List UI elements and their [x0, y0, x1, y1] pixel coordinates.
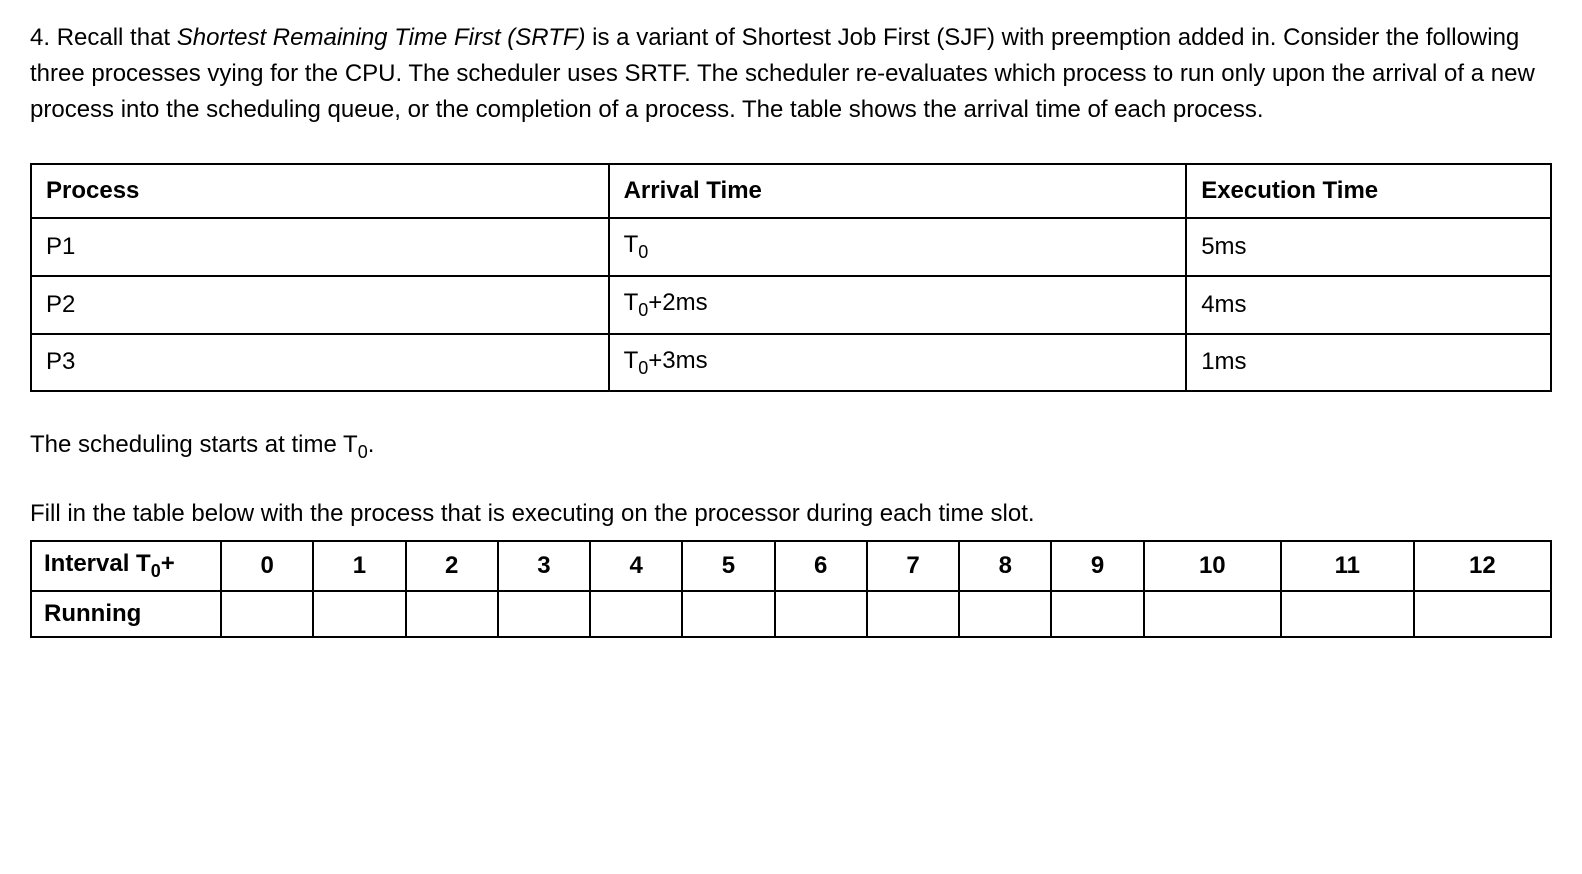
- interval-cell: 0: [221, 541, 313, 591]
- schedule-table: Interval T0+ 0 1 2 3 4 5 6 7 8 9 10 11 1…: [30, 540, 1552, 638]
- running-cell: [590, 591, 682, 637]
- interval-cell: 11: [1281, 541, 1414, 591]
- fill-in-instruction: Fill in the table below with the process…: [30, 496, 1552, 532]
- cell-exec: 1ms: [1186, 334, 1551, 392]
- interval-cell: 3: [498, 541, 590, 591]
- table-row: P3 T0+3ms 1ms: [31, 334, 1551, 392]
- running-cell: [682, 591, 774, 637]
- interval-cell: 10: [1144, 541, 1281, 591]
- cell-exec: 5ms: [1186, 218, 1551, 276]
- question-number: 4.: [30, 24, 57, 51]
- question-paragraph: 4. Recall that Shortest Remaining Time F…: [30, 20, 1552, 128]
- question-italic-term: Shortest Remaining Time First (SRTF): [177, 24, 586, 51]
- running-cell: [1414, 591, 1551, 637]
- cell-arrival: T0: [609, 218, 1187, 276]
- process-table: Process Arrival Time Execution Time P1 T…: [30, 163, 1552, 392]
- question-text-pre-italic: Recall that: [57, 24, 177, 51]
- running-cell: [313, 591, 405, 637]
- interval-row-label: Interval T0+: [31, 541, 221, 591]
- running-cell: [959, 591, 1051, 637]
- interval-cell: 8: [959, 541, 1051, 591]
- running-cell: [775, 591, 867, 637]
- interval-cell: 12: [1414, 541, 1551, 591]
- running-row: Running: [31, 591, 1551, 637]
- running-cell: [498, 591, 590, 637]
- table-row: P2 T0+2ms 4ms: [31, 276, 1551, 334]
- running-cell: [1281, 591, 1414, 637]
- cell-arrival: T0+3ms: [609, 334, 1187, 392]
- interval-cell: 9: [1051, 541, 1143, 591]
- running-cell: [867, 591, 959, 637]
- header-process: Process: [31, 164, 609, 218]
- interval-cell: 5: [682, 541, 774, 591]
- running-cell: [221, 591, 313, 637]
- interval-row: Interval T0+ 0 1 2 3 4 5 6 7 8 9 10 11 1…: [31, 541, 1551, 591]
- running-row-label: Running: [31, 591, 221, 637]
- cell-process: P3: [31, 334, 609, 392]
- cell-process: P2: [31, 276, 609, 334]
- cell-process: P1: [31, 218, 609, 276]
- running-cell: [406, 591, 498, 637]
- scheduling-starts-text: The scheduling starts at time T0.: [30, 427, 1552, 466]
- interval-cell: 1: [313, 541, 405, 591]
- header-execution-time: Execution Time: [1186, 164, 1551, 218]
- interval-cell: 2: [406, 541, 498, 591]
- interval-cell: 4: [590, 541, 682, 591]
- table-header-row: Process Arrival Time Execution Time: [31, 164, 1551, 218]
- table-row: P1 T0 5ms: [31, 218, 1551, 276]
- header-arrival-time: Arrival Time: [609, 164, 1187, 218]
- cell-arrival: T0+2ms: [609, 276, 1187, 334]
- running-cell: [1144, 591, 1281, 637]
- interval-cell: 7: [867, 541, 959, 591]
- cell-exec: 4ms: [1186, 276, 1551, 334]
- interval-cell: 6: [775, 541, 867, 591]
- running-cell: [1051, 591, 1143, 637]
